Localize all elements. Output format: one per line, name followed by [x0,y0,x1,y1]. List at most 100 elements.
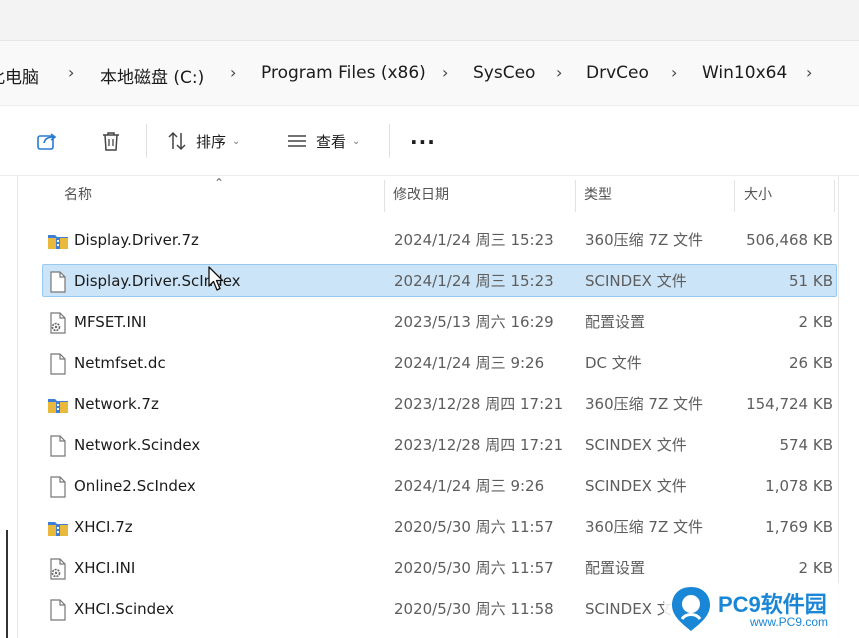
column-resize-handle[interactable] [834,180,835,212]
file-size: 506,468 KB [746,231,833,249]
command-bar: 排序 ⌄ 查看 ⌄ ... [0,106,859,176]
file-size: 2 KB [798,313,833,331]
file-type: 360压缩 7Z 文件 [585,518,703,536]
file-modified: 2023/12/28 周四 17:21 [394,395,564,413]
file-type: SCINDEX 文件 [585,477,687,495]
share-icon [37,133,57,150]
view-list-icon [288,135,306,147]
file-type: SCINDEX 文件 [585,436,687,454]
delete-button[interactable] [100,126,122,156]
file-modified: 2020/5/30 周六 11:57 [394,518,554,536]
column-resize-handle[interactable] [734,180,735,212]
breadcrumb-sysceo[interactable]: SysCeo [473,63,535,83]
archive-icon [47,517,69,539]
mouse-cursor-icon [208,266,224,291]
more-options-button[interactable]: ... [410,122,436,152]
sort-label: 排序 [196,132,227,151]
file-type: DC 文件 [585,354,642,372]
file-size: 26 KB [789,354,833,372]
file-size: 574 KB [779,436,833,454]
file-modified: 2023/12/28 周四 17:21 [394,436,564,454]
file-type: SCINDEX 文 [585,600,672,618]
breadcrumb-separator[interactable]: › [68,63,74,82]
breadcrumb-this-pc[interactable]: 此电脑 [0,63,39,88]
file-modified: 2024/1/24 周三 15:23 [394,231,554,249]
archive-icon [47,394,69,416]
column-header-name[interactable]: 名称 [56,176,384,214]
file-name: Netmfset.dc [74,354,166,372]
pc9-logo-icon [672,587,710,631]
file-row[interactable]: XHCI.INI 2020/5/30 周六 11:57 配置设置 2 KB [42,551,837,584]
file-size: 2 KB [798,559,833,577]
column-header-size[interactable]: 大小 [736,176,834,214]
file-icon [47,599,69,621]
file-row[interactable]: Display.Driver.7z 2024/1/24 周三 15:23 360… [42,223,837,256]
file-row[interactable]: Online2.ScIndex 2024/1/24 周三 9:26 SCINDE… [42,469,837,502]
file-icon [47,435,69,457]
file-modified: 2024/1/24 周三 15:23 [394,272,554,290]
breadcrumb-local-disk-c[interactable]: 本地磁盘 (C:) [100,63,204,88]
file-name: XHCI.INI [74,559,136,577]
file-row[interactable]: XHCI.7z 2020/5/30 周六 11:57 360压缩 7Z 文件 1… [42,510,837,543]
breadcrumb-separator[interactable]: › [806,63,812,82]
breadcrumb-separator[interactable]: › [556,63,562,82]
file-modified: 2024/1/24 周三 9:26 [394,477,545,495]
breadcrumb-drvceo[interactable]: DrvCeo [586,63,649,83]
breadcrumb-separator[interactable]: › [442,63,448,82]
file-icon [47,271,69,293]
file-name: Display.Driver.7z [74,231,199,249]
navigation-pane-border [17,176,18,638]
toolbar-divider [146,124,147,158]
file-size: 51 KB [789,272,833,290]
more-icon: ... [410,125,436,149]
archive-icon [47,230,69,252]
settings-file-icon [47,558,69,580]
file-type: 360压缩 7Z 文件 [585,395,703,413]
sort-icon [168,131,186,151]
file-name: XHCI.7z [74,518,133,536]
breadcrumb-win10x64[interactable]: Win10x64 [702,63,787,83]
file-icon [47,476,69,498]
file-row[interactable]: Network.7z 2023/12/28 周四 17:21 360压缩 7Z … [42,387,837,420]
title-bar-strip [0,0,859,40]
file-type: 配置设置 [585,313,646,331]
breadcrumb-program-files-x86[interactable]: Program Files (x86) [261,63,426,83]
breadcrumb-separator[interactable]: › [230,63,236,82]
file-size: 1,078 KB [765,477,833,495]
file-type: 360压缩 7Z 文件 [585,231,703,249]
file-modified: 2024/1/24 周三 9:26 [394,354,545,372]
file-type: SCINDEX 文件 [585,272,687,290]
file-modified: 2020/5/30 周六 11:57 [394,559,554,577]
watermark: PC9软件园 www.PC9.com [664,583,859,638]
file-row[interactable]: MFSET.INI 2023/5/13 周六 16:29 配置设置 2 KB [42,305,837,338]
file-row-selected[interactable]: Display.Driver.ScIndex 2024/1/24 周三 15:2… [42,264,837,297]
watermark-url: www.PC9.com [750,615,829,629]
file-row[interactable]: Network.Scindex 2023/12/28 周四 17:21 SCIN… [42,428,837,461]
toolbar-divider [389,124,390,158]
view-label: 查看 [316,132,347,151]
file-name: XHCI.Scindex [74,600,175,618]
content-pane-border [838,176,839,638]
file-type: 配置设置 [585,559,646,577]
navigation-pane-scrollbar[interactable] [6,530,8,638]
settings-file-icon [47,312,69,334]
column-header-row: ⌃ 名称 修改日期 类型 大小 [18,176,838,214]
file-name: MFSET.INI [74,313,147,331]
sort-button[interactable]: 排序 ⌄ [166,126,240,156]
file-name: Online2.ScIndex [74,477,196,495]
breadcrumb-separator[interactable]: › [671,63,677,82]
trash-icon [103,132,119,151]
file-modified: 2023/5/13 周六 16:29 [394,313,554,331]
share-button[interactable] [36,126,58,156]
file-name: Network.7z [74,395,159,413]
file-modified: 2020/5/30 周六 11:58 [394,600,554,618]
column-header-modified[interactable]: 修改日期 [385,176,575,214]
file-icon [47,353,69,375]
file-row[interactable]: Netmfset.dc 2024/1/24 周三 9:26 DC 文件 26 K… [42,346,837,379]
column-header-type[interactable]: 类型 [576,176,734,214]
file-size: 1,769 KB [765,518,833,536]
view-button[interactable]: 查看 ⌄ [286,126,360,156]
breadcrumb: 此电脑 › 本地磁盘 (C:) › Program Files (x86) › … [0,40,859,106]
chevron-down-icon: ⌄ [352,135,361,147]
file-name: Network.Scindex [74,436,201,454]
